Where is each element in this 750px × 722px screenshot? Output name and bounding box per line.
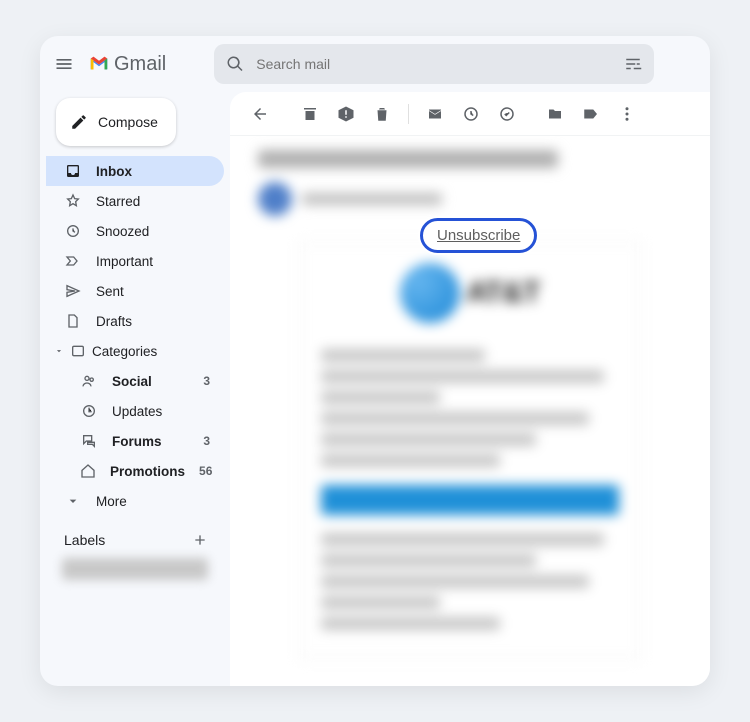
spam-icon — [337, 105, 355, 123]
add-label-icon[interactable] — [192, 532, 208, 548]
compose-button[interactable]: Compose — [56, 98, 176, 146]
updates-icon — [81, 403, 97, 419]
nav-more[interactable]: More — [46, 486, 224, 516]
gmail-logo: Gmail — [88, 53, 166, 76]
categories-icon — [70, 343, 86, 359]
label-icon — [582, 105, 600, 123]
caret-down-icon — [54, 346, 64, 356]
search-bar[interactable] — [214, 44, 654, 84]
back-button[interactable] — [244, 98, 276, 130]
spam-button[interactable] — [330, 98, 362, 130]
sent-icon — [65, 283, 81, 299]
nav-starred[interactable]: Starred — [46, 186, 224, 216]
drafts-icon — [65, 313, 81, 329]
more-vert-icon — [618, 105, 636, 123]
hamburger-icon — [54, 54, 74, 74]
nav-categories[interactable]: Categories — [46, 336, 224, 366]
compose-label: Compose — [98, 114, 158, 130]
forums-icon — [81, 433, 97, 449]
main-menu-button[interactable] — [52, 52, 76, 76]
clock-icon — [462, 105, 480, 123]
star-icon — [65, 193, 81, 209]
cat-updates[interactable]: Updates — [46, 396, 224, 426]
chevron-down-icon — [65, 493, 81, 509]
mail-panel: AT&T — [230, 92, 710, 686]
arrow-back-icon — [251, 105, 269, 123]
trash-icon — [373, 105, 391, 123]
nav-sent[interactable]: Sent — [46, 276, 224, 306]
nav-inbox[interactable]: Inbox — [46, 156, 224, 186]
move-to-button[interactable] — [539, 98, 571, 130]
toolbar-separator — [408, 104, 409, 124]
app-name: Gmail — [114, 53, 166, 76]
inbox-icon — [65, 163, 81, 179]
unsubscribe-link[interactable]: Unsubscribe — [420, 218, 537, 253]
archive-icon — [301, 105, 319, 123]
gmail-icon — [88, 53, 110, 75]
clock-icon — [65, 223, 81, 239]
cat-promotions[interactable]: Promotions 56 — [46, 456, 224, 486]
search-options-icon[interactable] — [624, 55, 642, 73]
body: Compose Inbox Starred Snoozed Important … — [40, 92, 710, 686]
gmail-app: Gmail Compose Inbox Starred — [40, 36, 710, 686]
cat-forums[interactable]: Forums 3 — [46, 426, 224, 456]
social-icon — [81, 373, 97, 389]
more-button[interactable] — [611, 98, 643, 130]
nav-snoozed[interactable]: Snoozed — [46, 216, 224, 246]
label-redacted — [62, 558, 208, 580]
nav-drafts[interactable]: Drafts — [46, 306, 224, 336]
add-task-button[interactable] — [491, 98, 523, 130]
labels-button[interactable] — [575, 98, 607, 130]
labels-header: Labels — [46, 526, 224, 554]
sidebar: Compose Inbox Starred Snoozed Important … — [40, 92, 230, 686]
archive-button[interactable] — [294, 98, 326, 130]
folder-icon — [546, 105, 564, 123]
snooze-button[interactable] — [455, 98, 487, 130]
mark-unread-button[interactable] — [419, 98, 451, 130]
task-icon — [498, 105, 516, 123]
mail-icon — [426, 105, 444, 123]
message-content: AT&T — [230, 136, 710, 686]
promotions-icon — [80, 463, 96, 479]
message-toolbar — [230, 92, 710, 136]
search-input[interactable] — [254, 55, 624, 73]
pencil-icon — [70, 113, 88, 131]
important-icon — [65, 253, 81, 269]
header: Gmail — [40, 36, 710, 92]
nav-important[interactable]: Important — [46, 246, 224, 276]
cat-social[interactable]: Social 3 — [46, 366, 224, 396]
search-icon — [226, 55, 244, 73]
delete-button[interactable] — [366, 98, 398, 130]
